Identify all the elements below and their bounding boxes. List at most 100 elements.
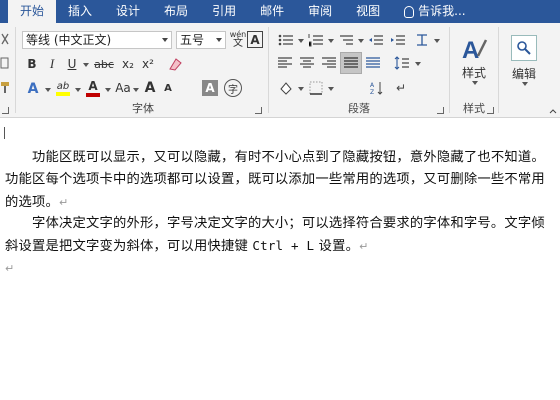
tab-references[interactable]: 引用: [200, 0, 248, 23]
highlight-button[interactable]: ab: [54, 78, 72, 98]
multilevel-list-button[interactable]: [336, 31, 356, 49]
svg-text:A: A: [370, 82, 375, 89]
tab-layout[interactable]: 布局: [152, 0, 200, 23]
paragraph-group-label: 段落: [348, 102, 370, 115]
font-name-value: 等线 (中文正文): [26, 33, 112, 47]
styles-label: 样式: [461, 65, 486, 80]
italic-button[interactable]: I: [44, 55, 60, 73]
underline-dropdown-icon[interactable]: [83, 63, 89, 67]
font-size-value: 五号: [180, 33, 205, 47]
decrease-indent-button[interactable]: [366, 31, 386, 49]
subscript-button[interactable]: x₂: [120, 55, 136, 73]
distributed-button[interactable]: [364, 54, 382, 72]
paragraph-mark: ↵: [5, 262, 15, 275]
collapse-ribbon-icon[interactable]: [548, 107, 558, 115]
copy-icon[interactable]: [0, 55, 10, 71]
line-spacing-button[interactable]: [392, 54, 412, 72]
text-effects-dropdown-icon[interactable]: [45, 88, 51, 92]
superscript-button[interactable]: x²: [140, 55, 156, 73]
grow-font-button[interactable]: A: [142, 78, 158, 98]
font-dialog-launcher[interactable]: [255, 107, 262, 114]
paragraph-mark: ↵: [359, 240, 369, 254]
character-shading-button[interactable]: A: [202, 80, 218, 96]
paragraph-2[interactable]: 字体决定文字的外形，字号决定文字的大小；可以选择符合要求的字体和字号。文字倾斜设…: [5, 213, 557, 259]
editing-label: 编辑: [511, 66, 536, 81]
styles-dropdown-icon: [472, 80, 478, 85]
tab-mailings[interactable]: 邮件: [248, 0, 296, 23]
divider: [268, 27, 269, 113]
paragraph-mark: ↵: [59, 195, 69, 209]
styles-dialog-launcher[interactable]: [487, 107, 494, 114]
document-area[interactable]: 功能区既可以显示，又可以隐藏，有时不小心点到了隐藏按钮，意外隐藏了也不知道。功能…: [0, 119, 560, 400]
paragraph-1-text: 功能区既可以显示，又可以隐藏，有时不小心点到了隐藏按钮，意外隐藏了也不知道。功能…: [5, 150, 545, 210]
align-center-button[interactable]: [298, 54, 316, 72]
empty-paragraph[interactable]: ↵: [5, 258, 557, 280]
tab-design[interactable]: 设计: [104, 0, 152, 23]
increase-indent-button[interactable]: [388, 31, 408, 49]
font-color-button[interactable]: A: [84, 78, 102, 98]
bullets-button[interactable]: [276, 31, 296, 49]
cut-icon[interactable]: [0, 31, 10, 47]
paragraph-dialog-launcher[interactable]: [437, 107, 444, 114]
enclose-characters-button[interactable]: 字: [224, 79, 242, 97]
bullets-dropdown-icon[interactable]: [298, 39, 304, 43]
divider: [449, 27, 450, 113]
shortcut-text: Ctrl + L: [252, 238, 315, 254]
styles-button[interactable]: A 样式: [455, 29, 493, 89]
clipboard-group: [0, 23, 12, 118]
clipboard-launcher[interactable]: [2, 107, 9, 114]
paragraph-1[interactable]: 功能区既可以显示，又可以隐藏，有时不小心点到了隐藏按钮，意外隐藏了也不知道。功能…: [5, 147, 557, 214]
align-right-button[interactable]: [320, 54, 338, 72]
highlight-dropdown-icon[interactable]: [75, 88, 81, 92]
change-case-button[interactable]: Aa: [114, 78, 132, 98]
svg-text:Z: Z: [370, 89, 374, 95]
multilevel-dropdown-icon[interactable]: [358, 39, 364, 43]
editing-dropdown-icon: [522, 81, 528, 86]
tab-insert[interactable]: 插入: [56, 0, 104, 23]
font-name-combo[interactable]: 等线 (中文正文): [22, 31, 172, 49]
shading-button[interactable]: [276, 79, 296, 97]
chinese-layout-button[interactable]: [412, 31, 432, 49]
tell-me-text: 告诉我...: [418, 4, 466, 18]
font-color-dropdown-icon[interactable]: [105, 88, 111, 92]
underline-button[interactable]: U: [64, 55, 80, 73]
sort-button[interactable]: AZ: [368, 79, 386, 97]
borders-dropdown-icon[interactable]: [328, 87, 334, 91]
change-case-dropdown-icon[interactable]: [133, 88, 139, 92]
divider: [15, 27, 16, 113]
borders-button[interactable]: [306, 79, 326, 97]
search-icon: [511, 34, 537, 61]
strikethrough-button[interactable]: abc: [92, 55, 116, 73]
editing-button[interactable]: 编辑: [506, 29, 542, 91]
lightbulb-icon: [404, 5, 415, 18]
text-effects-button[interactable]: A: [24, 79, 42, 99]
show-paragraph-marks-button[interactable]: ↵: [392, 79, 410, 97]
format-painter-icon[interactable]: [0, 79, 10, 95]
tab-review[interactable]: 审阅: [296, 0, 344, 23]
line-spacing-dropdown-icon[interactable]: [415, 62, 421, 66]
ribbon: 等线 (中文正文) 五号 wén 文 A B I U abc x₂ x² A ab…: [0, 23, 560, 118]
clear-formatting-button[interactable]: [166, 55, 184, 73]
align-left-button[interactable]: [276, 54, 294, 72]
editing-group: 编辑: [500, 23, 548, 118]
svg-text:A: A: [462, 37, 479, 62]
shrink-font-button[interactable]: A: [160, 78, 176, 98]
font-group: 等线 (中文正文) 五号 wén 文 A B I U abc x₂ x² A ab…: [18, 23, 268, 118]
styles-icon: A: [462, 37, 488, 62]
character-border-button[interactable]: A: [247, 31, 263, 48]
phonetic-guide-button[interactable]: wén 文: [229, 29, 247, 49]
tab-view[interactable]: 视图: [344, 0, 392, 23]
justify-button[interactable]: [340, 52, 362, 74]
font-size-combo[interactable]: 五号: [176, 31, 226, 49]
paragraph-group: AZ ↵ 段落: [270, 23, 448, 118]
ribbon-tab-bar: 开始 插入 设计 布局 引用 邮件 审阅 视图 告诉我...: [0, 0, 560, 23]
font-group-label: 字体: [132, 102, 154, 115]
chinese-layout-dropdown-icon[interactable]: [434, 39, 440, 43]
numbering-button[interactable]: [306, 31, 326, 49]
shading-dropdown-icon[interactable]: [298, 87, 304, 91]
bold-button[interactable]: B: [24, 55, 40, 73]
numbering-dropdown-icon[interactable]: [328, 39, 334, 43]
styles-group: A 样式 样式: [451, 23, 497, 118]
tab-home[interactable]: 开始: [8, 0, 57, 23]
tell-me-box[interactable]: 告诉我...: [392, 0, 466, 23]
